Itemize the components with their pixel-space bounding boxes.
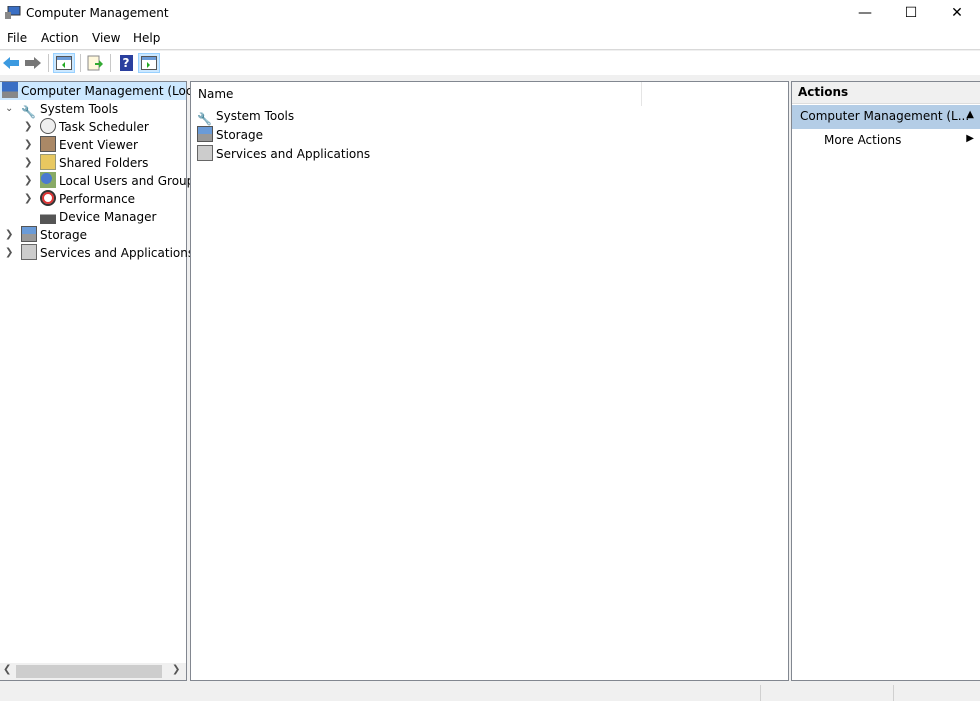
tree-item-computer-management[interactable]: Computer Management (Local (0, 82, 203, 100)
tools-icon: 🔧 (197, 112, 212, 126)
tree-item-label: Performance (59, 192, 136, 206)
more-actions-item[interactable]: More Actions ▶ (792, 131, 980, 151)
more-actions-label: More Actions (824, 133, 902, 147)
tree-item-label: System Tools (40, 102, 119, 116)
tree-item-label: Task Scheduler (59, 120, 149, 134)
tree-item-system-tools[interactable]: 🔧 System Tools (21, 100, 119, 119)
tree-item-shared-folders[interactable]: Shared Folders (40, 154, 148, 172)
services-icon (21, 244, 37, 260)
title-bar: Computer Management — ☐ ✕ (0, 0, 980, 28)
tree-item-label: Storage (40, 228, 87, 242)
horizontal-scrollbar[interactable]: ❮ ❯ (0, 663, 186, 680)
back-arrow-icon (3, 57, 19, 69)
chevron-right-icon[interactable]: ❯ (5, 229, 13, 240)
back-button[interactable] (0, 53, 22, 73)
tree-item-label: Services and Applications (40, 246, 195, 260)
console-tree-icon (56, 56, 72, 70)
chevron-right-icon[interactable]: ❯ (24, 175, 32, 186)
export-list-icon (87, 55, 103, 71)
tree-item-label: Computer Management (Local (21, 84, 204, 98)
status-divider (893, 685, 894, 701)
collapse-up-icon[interactable]: ▲ (966, 109, 974, 120)
export-list-button[interactable] (84, 53, 106, 73)
tree-item-label: Local Users and Groups (59, 174, 201, 188)
tree-item-services-applications[interactable]: Services and Applications (21, 244, 194, 262)
device-manager-icon (40, 208, 56, 224)
chevron-right-icon[interactable]: ❯ (24, 139, 32, 150)
tree-item-performance[interactable]: Performance (40, 190, 135, 208)
status-bar (0, 683, 980, 701)
column-header-label: Name (198, 87, 234, 101)
console-tree: Computer Management (Local ⌄ 🔧 System Too… (0, 81, 203, 681)
chevron-right-icon[interactable]: ❯ (24, 121, 32, 132)
scroll-left-icon[interactable]: ❮ (3, 664, 11, 675)
actions-header: Actions (792, 82, 980, 104)
computer-management-icon (5, 6, 21, 19)
tree-item-storage[interactable]: Storage (21, 226, 87, 244)
tree-item-event-viewer[interactable]: Event Viewer (40, 136, 138, 154)
results-pane: Name 🔧 System Tools Storage Services and … (190, 81, 789, 681)
toolbar-separator (48, 54, 49, 72)
show-hide-console-tree-button[interactable] (53, 53, 75, 73)
tree-item-local-users-groups[interactable]: Local Users and Groups (40, 172, 201, 190)
shared-folder-icon (40, 154, 56, 170)
menu-action[interactable]: Action (41, 31, 79, 45)
forward-arrow-icon (25, 57, 41, 69)
chevron-right-icon[interactable]: ❯ (24, 157, 32, 168)
tree-item-task-scheduler[interactable]: Task Scheduler (40, 118, 149, 136)
clock-icon (40, 118, 56, 134)
window-title: Computer Management (26, 6, 169, 20)
tools-icon: 🔧 (21, 105, 36, 119)
scrollbar-thumb[interactable] (16, 665, 162, 678)
submenu-arrow-icon: ▶ (966, 133, 974, 144)
scroll-right-icon[interactable]: ❯ (172, 664, 180, 675)
action-pane-icon (141, 56, 157, 70)
maximize-button[interactable]: ☐ (888, 0, 934, 28)
column-header-name[interactable]: Name (191, 82, 642, 106)
tree-item-label: Event Viewer (59, 138, 138, 152)
actions-section-computer-management[interactable]: Computer Management (L... ▲ (792, 105, 980, 129)
tree-item-label: Device Manager (59, 210, 157, 224)
menu-file[interactable]: File (7, 31, 27, 45)
performance-icon (40, 190, 56, 206)
chevron-right-icon[interactable]: ❯ (5, 247, 13, 258)
close-button[interactable]: ✕ (934, 0, 980, 28)
minimize-button[interactable]: — (842, 0, 888, 28)
users-icon (40, 172, 56, 188)
services-icon (197, 145, 213, 161)
computer-icon (2, 82, 18, 98)
storage-icon (197, 126, 213, 142)
list-item-services-applications[interactable]: Services and Applications (197, 145, 370, 163)
list-item-label: Storage (216, 128, 263, 142)
tree-item-label: Shared Folders (59, 156, 149, 170)
toolbar-separator (110, 54, 111, 72)
list-item-label: System Tools (216, 109, 295, 123)
help-button[interactable]: ? (115, 53, 137, 73)
actions-pane: Actions Computer Management (L... ▲ More … (791, 81, 980, 681)
forward-button[interactable] (22, 53, 44, 73)
list-item-storage[interactable]: Storage (197, 126, 263, 144)
list-item-label: Services and Applications (216, 147, 371, 161)
tree-item-device-manager[interactable]: Device Manager (40, 208, 156, 226)
chevron-right-icon[interactable]: ❯ (24, 193, 32, 204)
list-item-system-tools[interactable]: 🔧 System Tools (197, 107, 295, 126)
menu-bar: File Action View Help (0, 28, 980, 50)
help-icon: ? (119, 55, 133, 71)
menu-view[interactable]: View (92, 31, 120, 45)
toolbar-separator (80, 54, 81, 72)
show-hide-action-pane-button[interactable] (138, 53, 160, 73)
toolbar: ? (0, 51, 980, 75)
storage-icon (21, 226, 37, 242)
menu-help[interactable]: Help (133, 31, 160, 45)
chevron-down-icon[interactable]: ⌄ (5, 103, 13, 114)
status-divider (760, 685, 761, 701)
section-label: Computer Management (L... (800, 109, 970, 123)
event-viewer-icon (40, 136, 56, 152)
